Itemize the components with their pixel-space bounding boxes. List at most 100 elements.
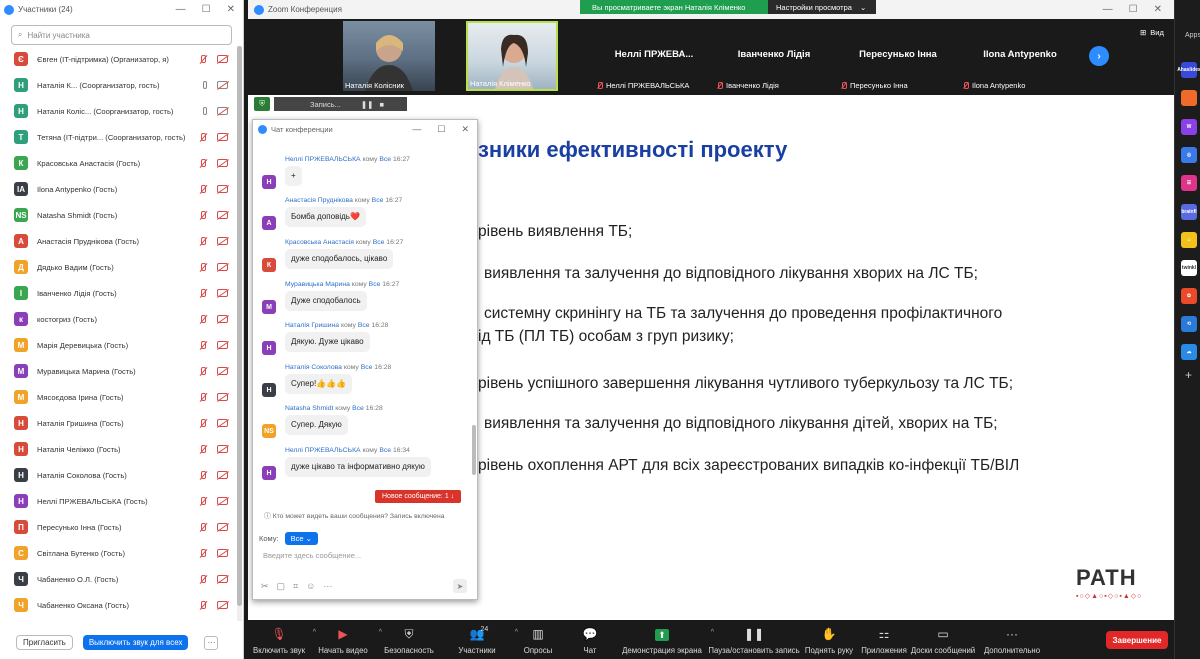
- app-icon[interactable]: ☺: [1181, 232, 1197, 248]
- video-tile-2-active-speaker[interactable]: Наталія Кліменко: [466, 21, 558, 91]
- participant-row[interactable]: NS Natasha Shmidt (Гость): [0, 202, 236, 228]
- participant-row[interactable]: Н Неллі ПРЖЕВАЛЬСЬКА (Гость): [0, 488, 236, 514]
- message-sender[interactable]: Неллі ПРЖЕВАЛЬСЬКА: [285, 156, 361, 163]
- participant-row[interactable]: Н Наталія Челіжко (Гость): [0, 436, 236, 462]
- participant-row[interactable]: Є Євген (IT-підтримка) (Организатор, я): [0, 46, 236, 72]
- more-options-button[interactable]: ···: [204, 635, 219, 650]
- emoji-icon[interactable]: ☺: [306, 581, 315, 592]
- microphone-off-icon: [198, 470, 207, 480]
- next-page-button[interactable]: ›: [1089, 46, 1109, 66]
- participant-name-tile[interactable]: Пересунько Інна Пересунько Інна: [838, 21, 958, 91]
- minimize-icon[interactable]: —: [412, 124, 421, 135]
- participant-name-tile[interactable]: Ilona Antypenko Ilona Antypenko: [960, 21, 1080, 91]
- message-sender[interactable]: Анастасія Пруднікова: [285, 197, 353, 204]
- mute-all-button[interactable]: Выключить звук для всех: [82, 635, 189, 650]
- participant-row[interactable]: Ч Чабаненко О.Л. (Гость): [0, 566, 236, 592]
- video-strip: Наталія Колісник Наталія Кліменко Неллі …: [248, 19, 1174, 95]
- message-time: 16:27: [392, 156, 410, 163]
- participant-row[interactable]: С Світлана Бутенко (Гость): [0, 540, 236, 566]
- minimize-icon[interactable]: —: [176, 4, 186, 15]
- participant-name-tile[interactable]: Неллі ПРЖЕВА... Неллі ПРЖЕВАЛЬСЬКА: [594, 21, 714, 91]
- toolbar-chat-button[interactable]: 💬 Чат: [564, 620, 616, 659]
- toolbar-shield-button[interactable]: ⛨ Безопасность: [376, 620, 442, 659]
- participant-row[interactable]: Н Наталія Коліс... (Соорганизатор, гость): [0, 98, 236, 124]
- app-icon[interactable]: [1181, 90, 1197, 106]
- camera-off-icon: [217, 314, 228, 323]
- toolbar-microphone-off-button[interactable]: 🎙 Включить звук ^: [248, 620, 316, 659]
- app-icon[interactable]: ⟲: [1181, 316, 1197, 332]
- participant-row[interactable]: А Анастасія Пруднікова (Гость): [0, 228, 236, 254]
- close-icon[interactable]: ✕: [1154, 4, 1162, 15]
- close-icon[interactable]: ✕: [461, 124, 469, 135]
- maximize-icon[interactable]: ☐: [1129, 4, 1138, 15]
- avatar: Н: [14, 494, 28, 508]
- toolbar-raise-hand-button[interactable]: ✋ Поднять руку: [800, 620, 858, 659]
- polls-icon: ▥: [532, 627, 544, 641]
- participant-row[interactable]: І Іванченко Лідія (Гость): [0, 280, 236, 306]
- stop-icon[interactable]: ■: [379, 100, 384, 109]
- participant-name-tile[interactable]: Іванченко Лідія Іванченко Лідія: [714, 21, 834, 91]
- close-icon[interactable]: ✕: [227, 4, 235, 15]
- who-can-see-link[interactable]: ⓘ Кто может видеть ваши сообщения? Запис…: [264, 510, 445, 520]
- app-icon[interactable]: Ahaslides: [1177, 62, 1200, 78]
- app-icon[interactable]: brainfi: [1181, 204, 1197, 220]
- chat-input[interactable]: Введите здесь сообщение...: [263, 551, 361, 560]
- toolbar-label: Безопасность: [384, 646, 434, 655]
- message-sender[interactable]: Наталія Соколова: [285, 364, 342, 371]
- toolbar-more-button[interactable]: ··· Дополнительно: [976, 620, 1048, 659]
- end-meeting-button[interactable]: Завершение: [1106, 631, 1168, 649]
- participant-row[interactable]: к костогриз (Гость): [0, 306, 236, 332]
- more-icon[interactable]: ···: [323, 581, 332, 592]
- minimize-icon[interactable]: —: [1103, 4, 1113, 15]
- app-icon[interactable]: twinkl: [1181, 260, 1197, 276]
- send-button[interactable]: ➤: [453, 579, 467, 593]
- app-icon[interactable]: ✿: [1181, 288, 1197, 304]
- new-message-button[interactable]: Новое сообщение: 1 ↓: [375, 490, 462, 503]
- search-input[interactable]: ⌕ Найти участника: [11, 25, 232, 45]
- message-sender[interactable]: Наталія Гришина: [285, 322, 339, 329]
- toolbar-pause-record-button[interactable]: ❚❚ Пауза/остановить запись: [708, 620, 800, 659]
- app-icon[interactable]: W: [1181, 119, 1197, 135]
- toolbar-polls-button[interactable]: ▥ Опросы: [512, 620, 564, 659]
- participant-row[interactable]: П Пересунько Інна (Гость): [0, 514, 236, 540]
- toolbar-camera-off-button[interactable]: ▶ Начать видео ^: [310, 620, 382, 659]
- maximize-icon[interactable]: ☐: [437, 124, 445, 135]
- toolbar-apps-button[interactable]: ⚏ Приложения: [858, 620, 910, 659]
- participant-row[interactable]: Н Наталія Соколова (Гость): [0, 462, 236, 488]
- participant-row[interactable]: Ч Чабаненко Оксана (Гость): [0, 592, 236, 618]
- add-app-icon[interactable]: +: [1185, 368, 1192, 382]
- participant-row[interactable]: Д Дядько Вадим (Гость): [0, 254, 236, 280]
- maximize-icon[interactable]: ☐: [202, 4, 211, 15]
- participant-row[interactable]: Н Наталія К... (Соорганизатор, гость): [0, 72, 236, 98]
- participant-row[interactable]: М Марія Деревицька (Гость): [0, 332, 236, 358]
- participant-name: Наталія Коліс... (Соорганизатор, гость): [37, 106, 174, 116]
- message-sender[interactable]: Неллі ПРЖЕВАЛЬСЬКА: [285, 447, 361, 454]
- toolbar-share-screen-button[interactable]: ⬆ Демонстрация экрана ^: [616, 620, 714, 659]
- pause-icon[interactable]: ❚❚: [361, 100, 374, 109]
- toolbar-whiteboard-button[interactable]: ▭ Доски сообщений: [910, 620, 976, 659]
- app-icon[interactable]: ☁: [1181, 344, 1197, 360]
- participant-row[interactable]: М Мясоєдова Ірина (Гость): [0, 384, 236, 410]
- code-icon[interactable]: ⌗: [293, 581, 298, 592]
- participant-row[interactable]: М Муравицька Марина (Гость): [0, 358, 236, 384]
- toolbar-participants-button[interactable]: 👥 Участники 24 ^: [442, 620, 518, 659]
- video-tile-1[interactable]: Наталія Колісник: [343, 21, 435, 91]
- avatar: М: [14, 390, 28, 404]
- participant-row[interactable]: Т Тетяна (IT-підтри... (Соорганизатор, го…: [0, 124, 236, 150]
- screenshot-icon[interactable]: ✂: [261, 581, 269, 592]
- chat-scrollbar[interactable]: [472, 138, 477, 514]
- file-icon[interactable]: ▢: [277, 581, 286, 592]
- app-icon[interactable]: ☰: [1181, 175, 1197, 191]
- message-sender[interactable]: Красовська Анастасія: [285, 239, 354, 246]
- app-icon[interactable]: ◎: [1181, 147, 1197, 163]
- message-sender[interactable]: Муравицька Марина: [285, 281, 350, 288]
- view-settings-button[interactable]: Настройки просмотра ⌄: [768, 0, 876, 14]
- participant-row[interactable]: Н Наталія Гришина (Гость): [0, 410, 236, 436]
- recipient-select[interactable]: Все ⌄: [284, 532, 318, 545]
- invite-button[interactable]: Пригласить: [16, 635, 73, 650]
- participant-list-scrollbar[interactable]: [237, 46, 242, 621]
- participant-row[interactable]: К Красовська Анастасія (Гость): [0, 150, 236, 176]
- view-button[interactable]: ⊞ Вид: [1140, 28, 1164, 37]
- message-sender[interactable]: Natasha Shmidt: [285, 405, 333, 412]
- participant-row[interactable]: IA Ilona Antypenko (Гость): [0, 176, 236, 202]
